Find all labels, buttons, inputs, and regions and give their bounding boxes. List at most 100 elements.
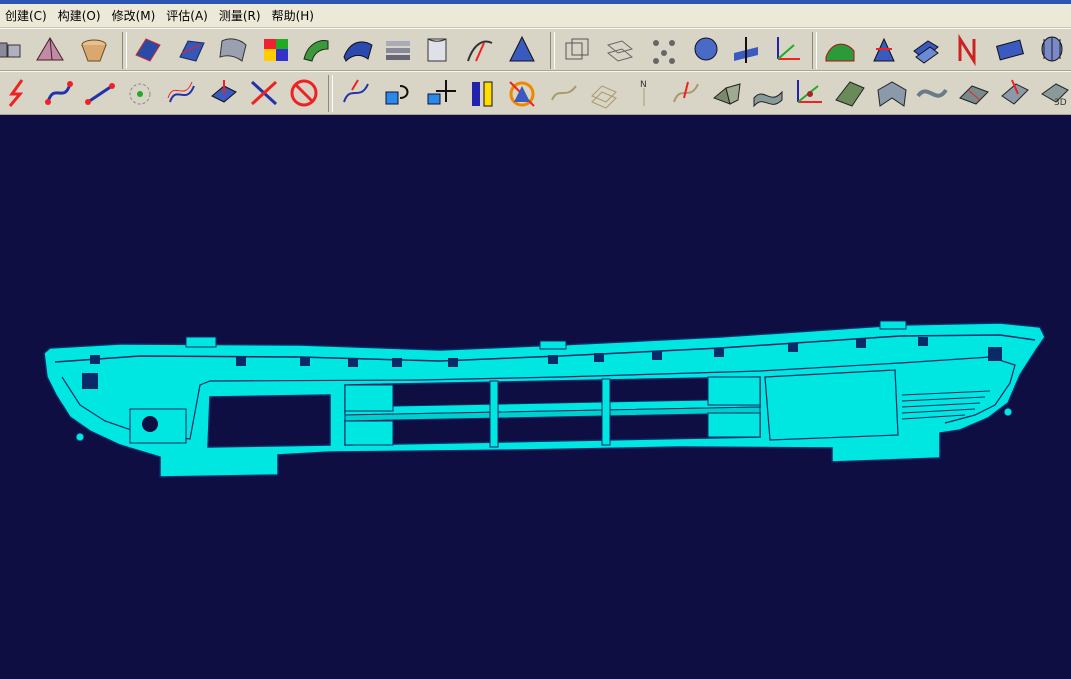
surface-grid-button[interactable] — [586, 76, 622, 110]
revolve-surface-icon — [467, 40, 493, 62]
mirror-icon — [472, 81, 493, 107]
no-trim-button[interactable] — [286, 76, 322, 110]
segment-button[interactable] — [82, 76, 118, 110]
plane-intersect-icon — [734, 37, 758, 63]
bend-icon — [753, 90, 783, 108]
vent-panel-left-bottom — [344, 420, 394, 446]
menu-construct[interactable]: 构建(O) — [53, 7, 107, 24]
curve-arrow-button[interactable] — [338, 76, 374, 110]
menu-bar: 创建(C) 构建(O) 修改(M) 评估(A) 测量(R) 帮助(H) — [0, 4, 1071, 28]
blend-face-button[interactable] — [956, 76, 992, 110]
extrude-surface-icon — [427, 38, 447, 62]
rib-1 — [489, 380, 499, 448]
rib-2 — [601, 378, 611, 446]
network-button[interactable] — [646, 33, 682, 67]
blend-face-icon — [959, 85, 989, 105]
menu-help[interactable]: 帮助(H) — [267, 7, 320, 24]
box-surface-button[interactable] — [992, 33, 1028, 67]
vent-panel-right-top — [707, 376, 761, 406]
cone-bowl-icon — [81, 39, 107, 62]
mirror-button[interactable] — [464, 76, 500, 110]
toolbar-separator — [550, 32, 555, 69]
fillet-surface-button[interactable] — [298, 33, 334, 67]
surface-red-icon — [179, 40, 205, 62]
circle-button[interactable] — [124, 76, 160, 110]
offset-surface-button[interactable] — [908, 33, 944, 67]
cylinder-grid-button[interactable] — [1034, 33, 1070, 67]
grille-part[interactable] — [43, 320, 1046, 478]
toolbar-surfaces — [0, 28, 1071, 71]
rotate-button[interactable] — [504, 76, 540, 110]
left-lower-plate — [129, 408, 187, 444]
pyramid-blue-icon — [509, 35, 535, 62]
bend-button[interactable] — [750, 76, 786, 110]
wire-patch-button[interactable] — [602, 33, 638, 67]
menu-create[interactable]: 创建(C) — [0, 7, 53, 24]
deform-icon — [1001, 79, 1029, 105]
normal-button[interactable] — [950, 33, 986, 67]
green-surface-icon — [825, 43, 855, 62]
trim-cross-icon — [250, 80, 278, 106]
axis-points-icon — [797, 80, 822, 103]
axis-points-button[interactable] — [792, 76, 828, 110]
menu-evaluate[interactable]: 评估(A) — [161, 7, 214, 24]
cube-move-button[interactable] — [380, 76, 416, 110]
sweep-face-button[interactable] — [874, 76, 910, 110]
pyramid-button[interactable] — [32, 33, 68, 67]
no-trim-icon — [290, 79, 318, 107]
red-curve-button[interactable] — [0, 76, 36, 110]
menu-measure[interactable]: 测量(R) — [214, 7, 267, 24]
deform-button[interactable] — [996, 76, 1032, 110]
green-face-button[interactable] — [832, 76, 868, 110]
sweep-surface-button[interactable] — [340, 33, 376, 67]
curve-points-button[interactable] — [40, 76, 76, 110]
green-face-icon — [835, 81, 865, 107]
freeform-curve-icon — [551, 85, 577, 101]
trim-cross-button[interactable] — [246, 76, 282, 110]
twist-icon — [916, 88, 948, 98]
3d-viewport[interactable] — [0, 115, 1071, 679]
segment-icon — [85, 83, 115, 105]
multi-color-surface-button[interactable] — [258, 33, 294, 67]
multi-color-surface-icon — [264, 39, 288, 61]
vent-panel-right-bottom — [707, 412, 761, 438]
projection-button[interactable] — [206, 76, 242, 110]
cube-translate-button[interactable] — [422, 76, 458, 110]
freeform-curve-button[interactable] — [546, 76, 582, 110]
pyramid-icon — [36, 37, 64, 61]
extrude-surface-button[interactable] — [420, 33, 456, 67]
surface-grid-icon — [591, 85, 617, 109]
projection-icon — [211, 80, 237, 103]
twist-button[interactable] — [914, 76, 950, 110]
vent-panel-left-top — [344, 384, 394, 412]
primitive-blocks-icon — [0, 42, 21, 58]
normal-points-button[interactable]: N — [626, 76, 662, 110]
primitive-blocks-button[interactable] — [0, 33, 28, 67]
model-canvas — [43, 320, 1046, 478]
revolve-surface-button[interactable] — [462, 33, 498, 67]
pyramid-blue-button[interactable] — [504, 33, 540, 67]
patch-surface-button[interactable] — [130, 33, 166, 67]
plane-intersect-button[interactable] — [728, 33, 764, 67]
split-surface-button[interactable] — [866, 33, 902, 67]
left-opening — [207, 394, 331, 448]
circle-icon — [129, 83, 151, 105]
layered-surface-button[interactable] — [380, 33, 416, 67]
cone-bowl-button[interactable] — [76, 33, 112, 67]
layered-surface-icon — [386, 41, 410, 60]
surface-red-button[interactable] — [174, 33, 210, 67]
normal-points-icon: N — [640, 80, 647, 106]
green-surface-button[interactable] — [822, 33, 858, 67]
patch-surface-icon — [135, 38, 161, 62]
loft-surface-icon — [219, 38, 247, 62]
wireframe-box-button[interactable] — [560, 33, 596, 67]
menu-modify[interactable]: 修改(M) — [107, 7, 162, 24]
axis-system-button[interactable] — [770, 33, 806, 67]
loft-surface-button[interactable] — [216, 33, 252, 67]
fold-button[interactable] — [710, 76, 746, 110]
curve-edit-button[interactable] — [668, 76, 704, 110]
offset-surface-icon — [913, 40, 939, 64]
blend-button[interactable] — [688, 33, 724, 67]
spline-button[interactable] — [164, 76, 200, 110]
curve-arrow-icon — [343, 79, 369, 103]
